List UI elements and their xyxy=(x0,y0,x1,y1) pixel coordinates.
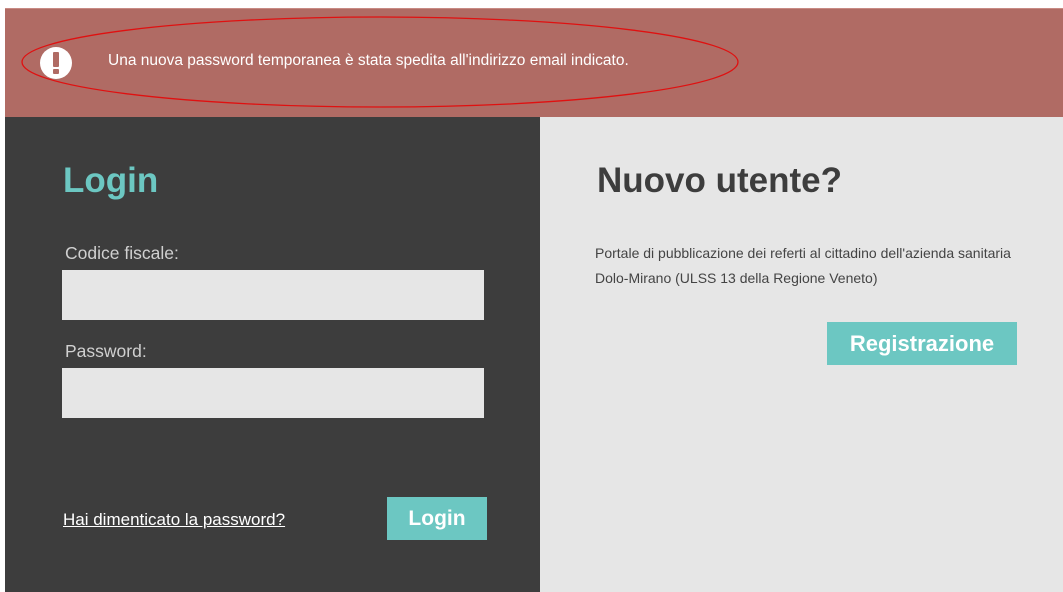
password-label: Password: xyxy=(65,341,147,361)
notification-message: Una nuova password temporanea è stata sp… xyxy=(108,52,629,69)
exclamation-icon xyxy=(40,47,72,79)
forgot-password-link[interactable]: Hai dimenticato la password? xyxy=(63,510,285,530)
codice-fiscale-input[interactable] xyxy=(62,270,484,320)
password-input[interactable] xyxy=(62,368,484,418)
notification-banner: Una nuova password temporanea è stata sp… xyxy=(5,8,1063,118)
register-button[interactable]: Registrazione xyxy=(827,322,1017,365)
register-description: Portale di pubblicazione dei referti al … xyxy=(595,245,1011,286)
login-panel: Login Codice fiscale: Password: Hai dime… xyxy=(5,117,540,592)
register-panel: Nuovo utente? Portale di pubblicazione d… xyxy=(540,117,1063,592)
login-button[interactable]: Login xyxy=(387,497,487,540)
codice-fiscale-label: Codice fiscale: xyxy=(65,243,179,263)
login-title: Login xyxy=(63,161,159,200)
register-title: Nuovo utente? xyxy=(597,161,842,200)
